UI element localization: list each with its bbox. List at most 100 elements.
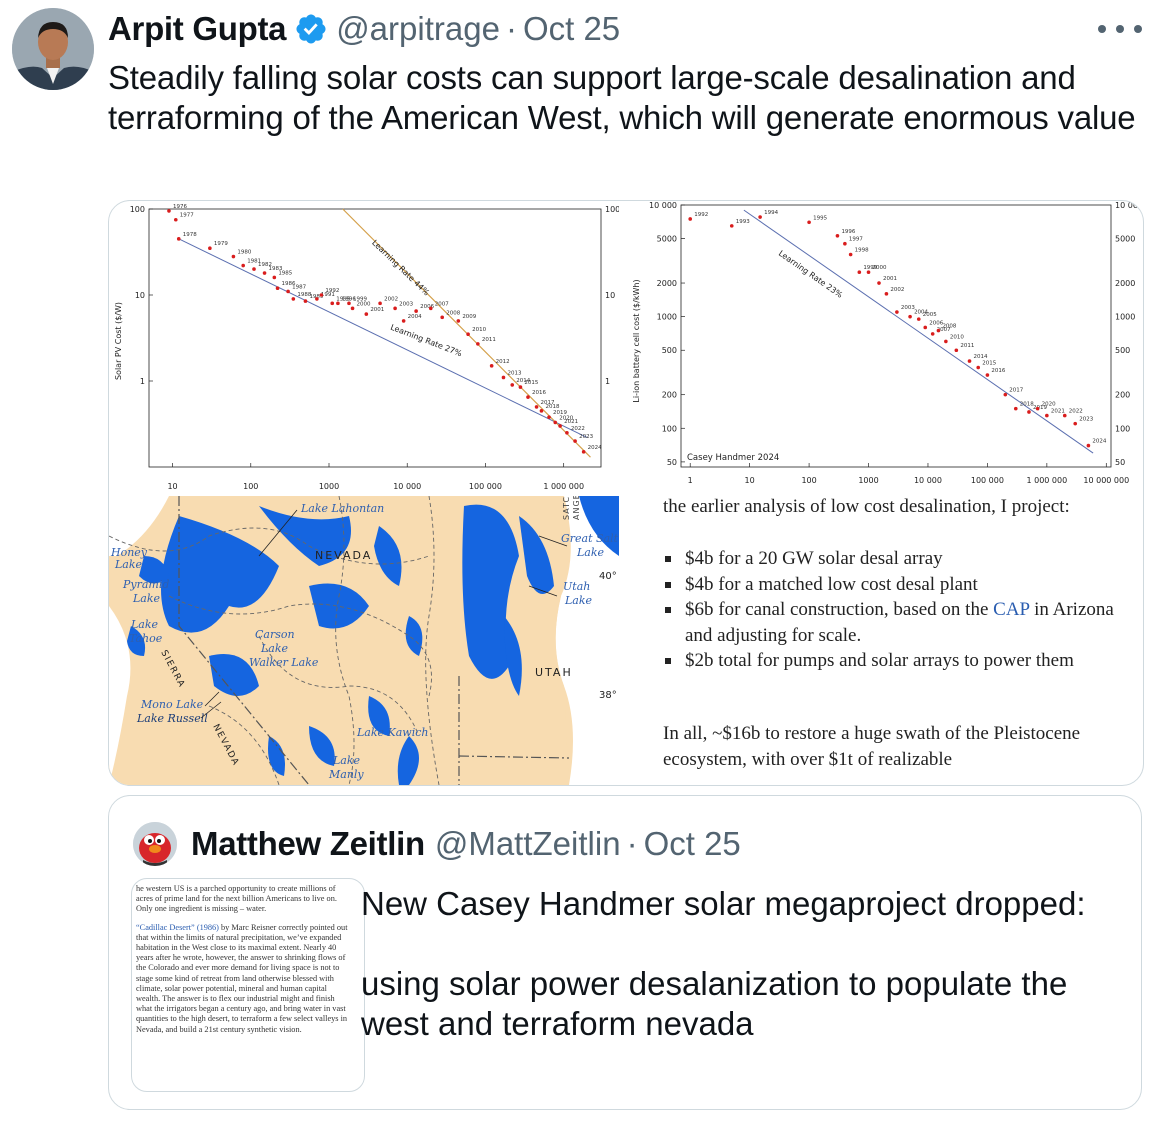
- pv-y-tick-label-right: 100: [605, 205, 619, 214]
- battery-point: [884, 292, 889, 296]
- author-avatar[interactable]: [12, 8, 94, 90]
- article-excerpt[interactable]: the earlier analysis of low cost desalin…: [625, 496, 1143, 785]
- pv-point: [534, 405, 539, 409]
- battery-point: [916, 317, 921, 321]
- pv-point: [428, 306, 433, 311]
- pv-point: [414, 309, 418, 313]
- author-avatar-image: [12, 8, 94, 90]
- lat-40-label: 40°: [599, 571, 617, 582]
- svg-text:Lake: Lake: [564, 594, 593, 607]
- pv-point-label: 2001: [370, 307, 384, 313]
- pv-point: [272, 275, 277, 280]
- battery-point-label: 2022: [1069, 409, 1083, 415]
- pv-x-tick-label: 1000: [319, 482, 339, 491]
- battery-ylabel: Li-ion battery cell cost ($/kWh): [632, 279, 641, 402]
- pv-point: [510, 383, 515, 387]
- svg-text:Pyramid: Pyramid: [122, 578, 169, 591]
- battery-cost-chart[interactable]: Li-ion battery cell cost ($/kWh) Casey H…: [625, 201, 1143, 496]
- quoted-author-name[interactable]: Matthew Zeitlin: [191, 825, 425, 863]
- author-handle[interactable]: @arpitrage: [336, 10, 500, 48]
- tweet-text: Steadily falling solar costs can support…: [108, 59, 1136, 136]
- author-name[interactable]: Arpit Gupta: [108, 10, 286, 48]
- pv-point: [466, 332, 470, 337]
- wasatch-label-1: SATCH: [562, 496, 571, 520]
- quoted-media-thumbnail[interactable]: he western US is a parched opportunity t…: [131, 878, 365, 1092]
- lake-russell-label: Lake Russell: [136, 712, 208, 725]
- pv-point: [581, 450, 586, 454]
- svg-text:Lake: Lake: [332, 754, 361, 767]
- battery-x-tick-label: 100 000: [971, 476, 1004, 485]
- quoted-author-avatar[interactable]: [133, 822, 177, 866]
- lat-38-label: 38°: [599, 690, 617, 701]
- pv-point: [553, 420, 558, 425]
- battery-point: [1027, 410, 1031, 414]
- pv-annotation-27: Learning Rate 27%: [389, 323, 463, 359]
- pv-point-label: 2003: [399, 301, 413, 307]
- pv-point-label: 2008: [446, 310, 460, 316]
- battery-point-label: 2002: [890, 287, 904, 293]
- pv-point: [558, 424, 562, 428]
- pv-point: [173, 217, 178, 222]
- quoted-text-line: using solar power desalanization to popu…: [361, 965, 1068, 1042]
- pv-point-label: 1985: [278, 270, 292, 276]
- quoted-tweet[interactable]: Matthew Zeitlin @MattZeitlin · Oct 25 he…: [108, 795, 1142, 1110]
- pv-point-label: 1992: [325, 288, 339, 294]
- pv-point: [565, 430, 569, 435]
- pv-point-label: 2015: [524, 380, 538, 386]
- battery-point-label: 2000: [873, 265, 887, 271]
- thumbnail-text: by Marc Reisner correctly pointed out th…: [136, 922, 348, 1034]
- article-summary: In all, ~$16b to restore a huge swath of…: [663, 723, 1081, 770]
- tweet-date[interactable]: Oct 25: [523, 10, 620, 48]
- battery-point-label: 2015: [982, 361, 996, 367]
- svg-text:Tahoe: Tahoe: [129, 632, 163, 645]
- svg-text:Lake Kawich: Lake Kawich: [356, 726, 429, 739]
- battery-y-tick-label-right: 500: [1115, 346, 1130, 355]
- more-dot: [1116, 25, 1124, 33]
- cap-link[interactable]: CAP: [993, 599, 1029, 620]
- verified-badge-icon: [296, 14, 326, 44]
- battery-x-tick-label: 10: [745, 476, 755, 485]
- battery-point: [1035, 406, 1040, 411]
- battery-point-label: 1996: [841, 229, 855, 235]
- battery-point: [857, 270, 862, 275]
- pv-x-tick-label: 1 000 000: [543, 482, 584, 491]
- pv-point-label: 1977: [180, 213, 194, 219]
- pv-point: [393, 306, 397, 311]
- tweet-media[interactable]: Solar PV Cost ($/W) 10 100 1000 10 000 100 0…: [108, 200, 1144, 786]
- quoted-tweet-text: New Casey Handmer solar megaproject drop…: [361, 884, 1131, 1044]
- nevada-lakes-map[interactable]: Lake Lahontan Honey Lake Pyramid Lake Lake…: [109, 496, 619, 785]
- date-separator: ·: [505, 10, 517, 47]
- quoted-author-handle[interactable]: @MattZeitlin: [435, 825, 621, 863]
- battery-plot-frame: [680, 204, 1112, 468]
- pv-points: 1976197719781979198019811982198319851986…: [167, 204, 602, 454]
- more-options-icon[interactable]: [1098, 14, 1142, 44]
- battery-point-label: 1992: [694, 212, 708, 218]
- svg-text:Lake: Lake: [132, 592, 161, 605]
- utah-label: UTAH: [535, 666, 573, 679]
- battery-point-label: 1998: [855, 248, 869, 254]
- svg-text:Carson: Carson: [255, 628, 295, 641]
- pv-point: [241, 263, 245, 268]
- wasatch-label-2: ANGE: [572, 496, 581, 520]
- quoted-tweet-date[interactable]: Oct 25: [644, 825, 741, 863]
- pv-point: [262, 271, 267, 275]
- pv-y-tick-label-right: 10: [605, 291, 615, 300]
- battery-learning-line: [743, 209, 1094, 454]
- pv-point: [456, 319, 461, 323]
- battery-point: [1013, 406, 1018, 411]
- battery-x-tick-label: 1 000 000: [1026, 476, 1067, 485]
- battery-point-label: 2020: [1042, 402, 1056, 408]
- more-dot: [1134, 25, 1142, 33]
- solar-pv-chart[interactable]: Solar PV Cost ($/W) 10 100 1000 10 000 100 0…: [109, 201, 619, 496]
- pv-point-label: 2022: [571, 426, 585, 432]
- pv-point: [291, 297, 296, 301]
- svg-text:Lake: Lake: [260, 642, 289, 655]
- battery-point: [877, 281, 881, 285]
- pv-y-tick-label: 1: [140, 377, 145, 386]
- battery-y-tick-label-right: 2000: [1115, 279, 1135, 288]
- battery-x-tick-label: 100: [801, 476, 816, 485]
- pv-point: [319, 293, 324, 297]
- pv-point: [252, 267, 256, 271]
- pv-point-label: 1987: [292, 284, 306, 290]
- battery-point: [908, 314, 912, 319]
